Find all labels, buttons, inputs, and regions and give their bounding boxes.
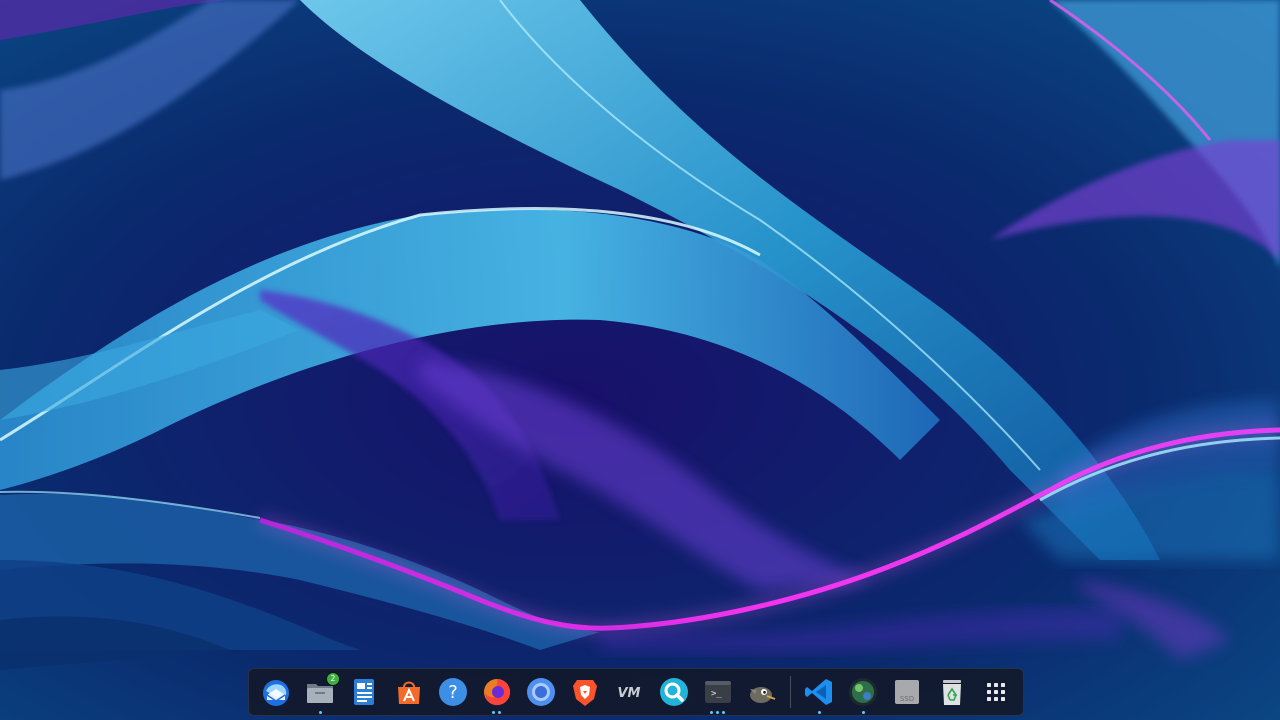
dock-item-vm-manager[interactable]: VM bbox=[609, 671, 650, 713]
dock-item-text-editor[interactable] bbox=[344, 671, 385, 713]
running-indicator bbox=[498, 711, 502, 714]
dock-item-terminal[interactable]: >_ bbox=[697, 671, 738, 714]
dock-item-vscode[interactable] bbox=[798, 671, 839, 714]
dock-separator bbox=[790, 676, 792, 708]
dock-item-brave[interactable] bbox=[565, 671, 606, 713]
vm-glyph: VM bbox=[618, 686, 641, 701]
running-indicator bbox=[492, 711, 496, 714]
firefox-icon bbox=[483, 679, 511, 706]
gimp-icon bbox=[749, 687, 776, 703]
vscode-icon bbox=[805, 679, 833, 705]
running-indicator bbox=[318, 711, 322, 714]
dock-item-gimp[interactable] bbox=[741, 671, 782, 713]
running-indicator bbox=[817, 711, 821, 714]
ssd-label: SSD bbox=[900, 695, 914, 703]
dock-item-app-center[interactable] bbox=[388, 671, 429, 713]
running-indicator bbox=[710, 711, 714, 714]
dock-item-firefox[interactable] bbox=[476, 671, 517, 714]
terminal-prompt: >_ bbox=[711, 689, 722, 699]
dock-item-files[interactable]: 2 bbox=[300, 671, 341, 714]
help-icon: ? bbox=[438, 678, 467, 706]
notification-badge: 2 bbox=[326, 673, 339, 685]
magnifier-icon bbox=[659, 678, 688, 706]
document-icon bbox=[354, 679, 375, 705]
dock-item-search-tool[interactable] bbox=[653, 671, 694, 713]
chromium-icon bbox=[527, 678, 556, 706]
drive-icon: SSD bbox=[895, 680, 920, 704]
app-store-icon bbox=[397, 681, 420, 704]
globe-icon bbox=[849, 678, 878, 706]
dock: 2 ? VM >_ SSD bbox=[248, 668, 1024, 716]
apps-grid-icon bbox=[986, 683, 1005, 701]
dock-item-thunderbird[interactable] bbox=[255, 671, 296, 713]
trash-icon bbox=[942, 680, 961, 705]
vm-icon: VM bbox=[618, 686, 641, 701]
terminal-icon: >_ bbox=[704, 681, 731, 703]
dock-item-disk-usage[interactable] bbox=[843, 671, 884, 714]
help-glyph: ? bbox=[448, 682, 458, 703]
dock-item-chromium[interactable] bbox=[520, 671, 561, 713]
thunderbird-icon bbox=[263, 680, 290, 706]
dock-item-trash[interactable] bbox=[931, 671, 972, 713]
running-indicator bbox=[716, 711, 720, 714]
dock-item-help[interactable]: ? bbox=[432, 671, 473, 713]
running-indicator bbox=[861, 711, 865, 714]
running-indicator bbox=[722, 711, 726, 714]
brave-icon bbox=[573, 680, 598, 706]
desktop-wallpaper bbox=[0, 0, 1280, 720]
dock-item-show-apps[interactable] bbox=[975, 671, 1016, 713]
dock-item-ssd-drive[interactable]: SSD bbox=[887, 671, 928, 713]
